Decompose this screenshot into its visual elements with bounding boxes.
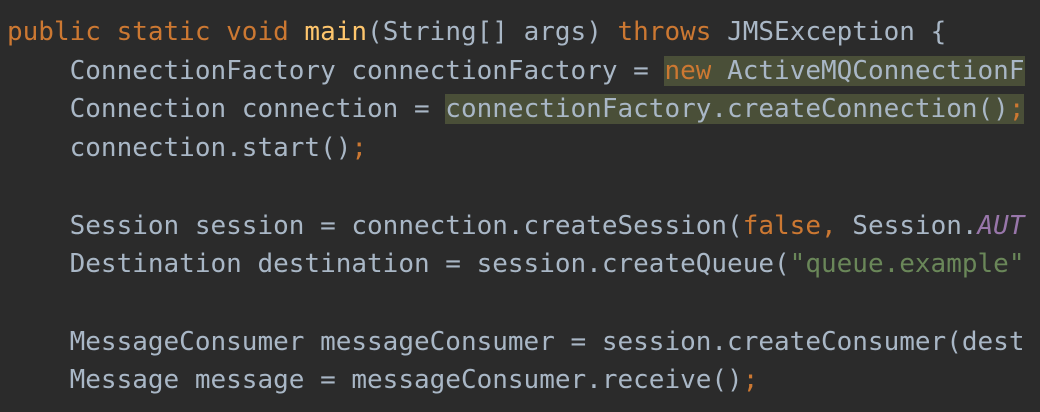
code-token: (String[] args) (367, 17, 618, 47)
code-line[interactable]: ConnectionFactory connectionFactory = ne… (7, 53, 1025, 89)
code-line[interactable]: Connection connection = connectionFactor… (7, 91, 1025, 127)
code-token: AUT (977, 210, 1025, 241)
code-token: connectionFactory.createConnection() (445, 94, 1009, 125)
code-token: ; (351, 133, 368, 164)
code-token: new (664, 55, 712, 86)
code-token: main (304, 17, 368, 47)
code-token: "queue.example" (789, 249, 1025, 280)
code-line[interactable]: Message message = messageConsumer.receiv… (7, 362, 759, 398)
code-token: Message message = messageConsumer.receiv… (7, 365, 743, 396)
code-token: public static void (7, 17, 305, 47)
code-token: ; (742, 365, 759, 396)
code-token: Session. (852, 210, 978, 241)
code-editor[interactable]: public static void main(String[] args) t… (0, 0, 1040, 412)
code-token: false, (742, 210, 853, 241)
code-token: connection.start() (7, 133, 352, 164)
code-line[interactable]: Session session = connection.createSessi… (7, 208, 1025, 244)
code-line[interactable]: connection.start(); (7, 130, 367, 166)
code-token: Session session = connection.createSessi… (7, 210, 743, 241)
code-token: ActiveMQConnectionF (711, 55, 1025, 86)
code-line[interactable]: Destination destination = session.create… (7, 246, 1025, 282)
code-line[interactable]: public static void main(String[] args) t… (7, 14, 946, 50)
code-token: throws (617, 17, 728, 47)
code-token: MessageConsumer messageConsumer = sessio… (7, 326, 1025, 357)
code-token: JMSException { (727, 17, 947, 47)
code-token: ConnectionFactory connectionFactory = (7, 55, 665, 86)
code-token: ; (1008, 94, 1025, 125)
code-token: Destination destination = session.create… (7, 249, 790, 280)
code-token: Connection connection = (7, 94, 446, 125)
code-line[interactable]: MessageConsumer messageConsumer = sessio… (7, 324, 1025, 360)
